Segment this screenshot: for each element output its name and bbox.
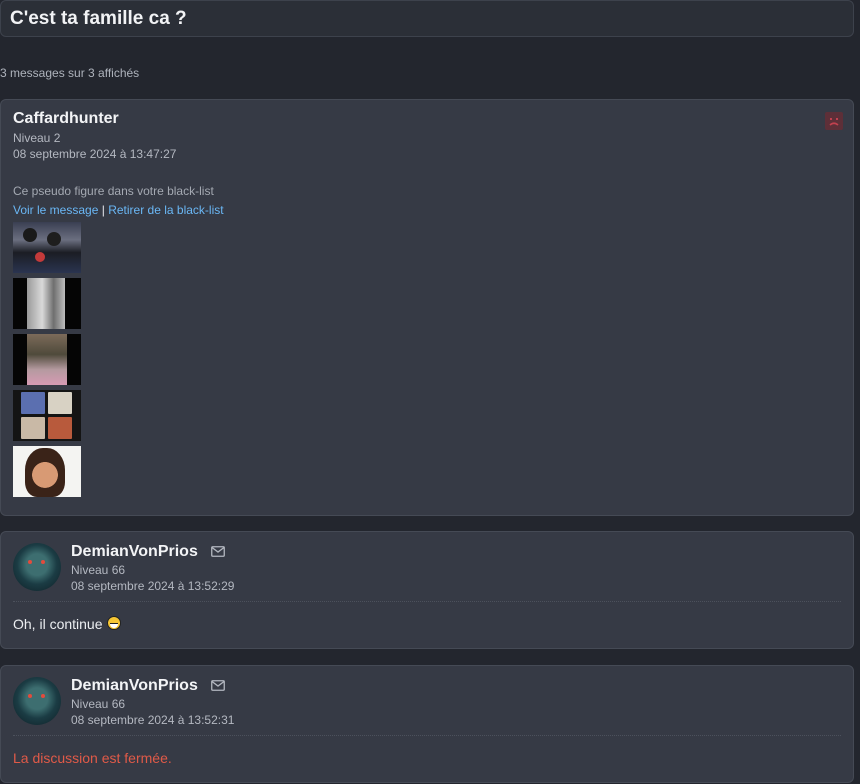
image-thumbnail[interactable] <box>13 222 81 273</box>
post-message: Oh, il continue <box>13 616 121 632</box>
mail-icon[interactable] <box>211 546 225 557</box>
post-date[interactable]: 08 septembre 2024 à 13:47:27 <box>13 147 176 161</box>
discussion-closed-message: La discussion est fermée. <box>13 750 172 766</box>
topic-title: C'est ta famille ca ? <box>10 8 187 29</box>
avatar[interactable] <box>13 543 61 591</box>
post-divider <box>13 601 841 602</box>
post-divider <box>13 735 841 736</box>
blacklist-notice: Ce pseudo figure dans votre black-list <box>13 184 214 198</box>
message-count: 3 messages sur 3 affichés <box>0 66 140 80</box>
post-date[interactable]: 08 septembre 2024 à 13:52:31 <box>71 713 234 727</box>
post-author[interactable]: DemianVonPrios <box>71 677 198 695</box>
post-date[interactable]: 08 septembre 2024 à 13:52:29 <box>71 579 234 593</box>
remove-blacklist-link[interactable]: Retirer de la black-list <box>108 203 223 217</box>
image-thumbnail[interactable] <box>13 278 81 329</box>
image-thumbnails <box>13 222 81 502</box>
avatar[interactable] <box>13 677 61 725</box>
image-thumbnail[interactable] <box>13 334 81 385</box>
topic-header: C'est ta famille ca ? <box>0 0 854 37</box>
view-message-link[interactable]: Voir le message <box>13 203 98 217</box>
post-card: Caffardhunter Niveau 2 08 septembre 2024… <box>0 99 854 516</box>
blacklist-actions: Voir le message | Retirer de la black-li… <box>13 203 224 217</box>
post-message-text: Oh, il continue <box>13 616 103 632</box>
laughing-smiley-icon <box>106 616 121 630</box>
link-separator: | <box>101 203 105 217</box>
image-thumbnail[interactable] <box>13 390 81 441</box>
post-level: Niveau 66 <box>71 697 126 711</box>
post-author[interactable]: DemianVonPrios <box>71 543 198 561</box>
image-thumbnail[interactable] <box>13 446 81 497</box>
mail-icon[interactable] <box>211 680 225 691</box>
post-card: DemianVonPrios Niveau 66 08 septembre 20… <box>0 665 854 783</box>
post-card: DemianVonPrios Niveau 66 08 septembre 20… <box>0 531 854 649</box>
post-level: Niveau 66 <box>71 563 126 577</box>
post-author[interactable]: Caffardhunter <box>13 110 119 128</box>
sad-face-icon[interactable] <box>825 112 843 130</box>
post-level: Niveau 2 <box>13 131 61 145</box>
